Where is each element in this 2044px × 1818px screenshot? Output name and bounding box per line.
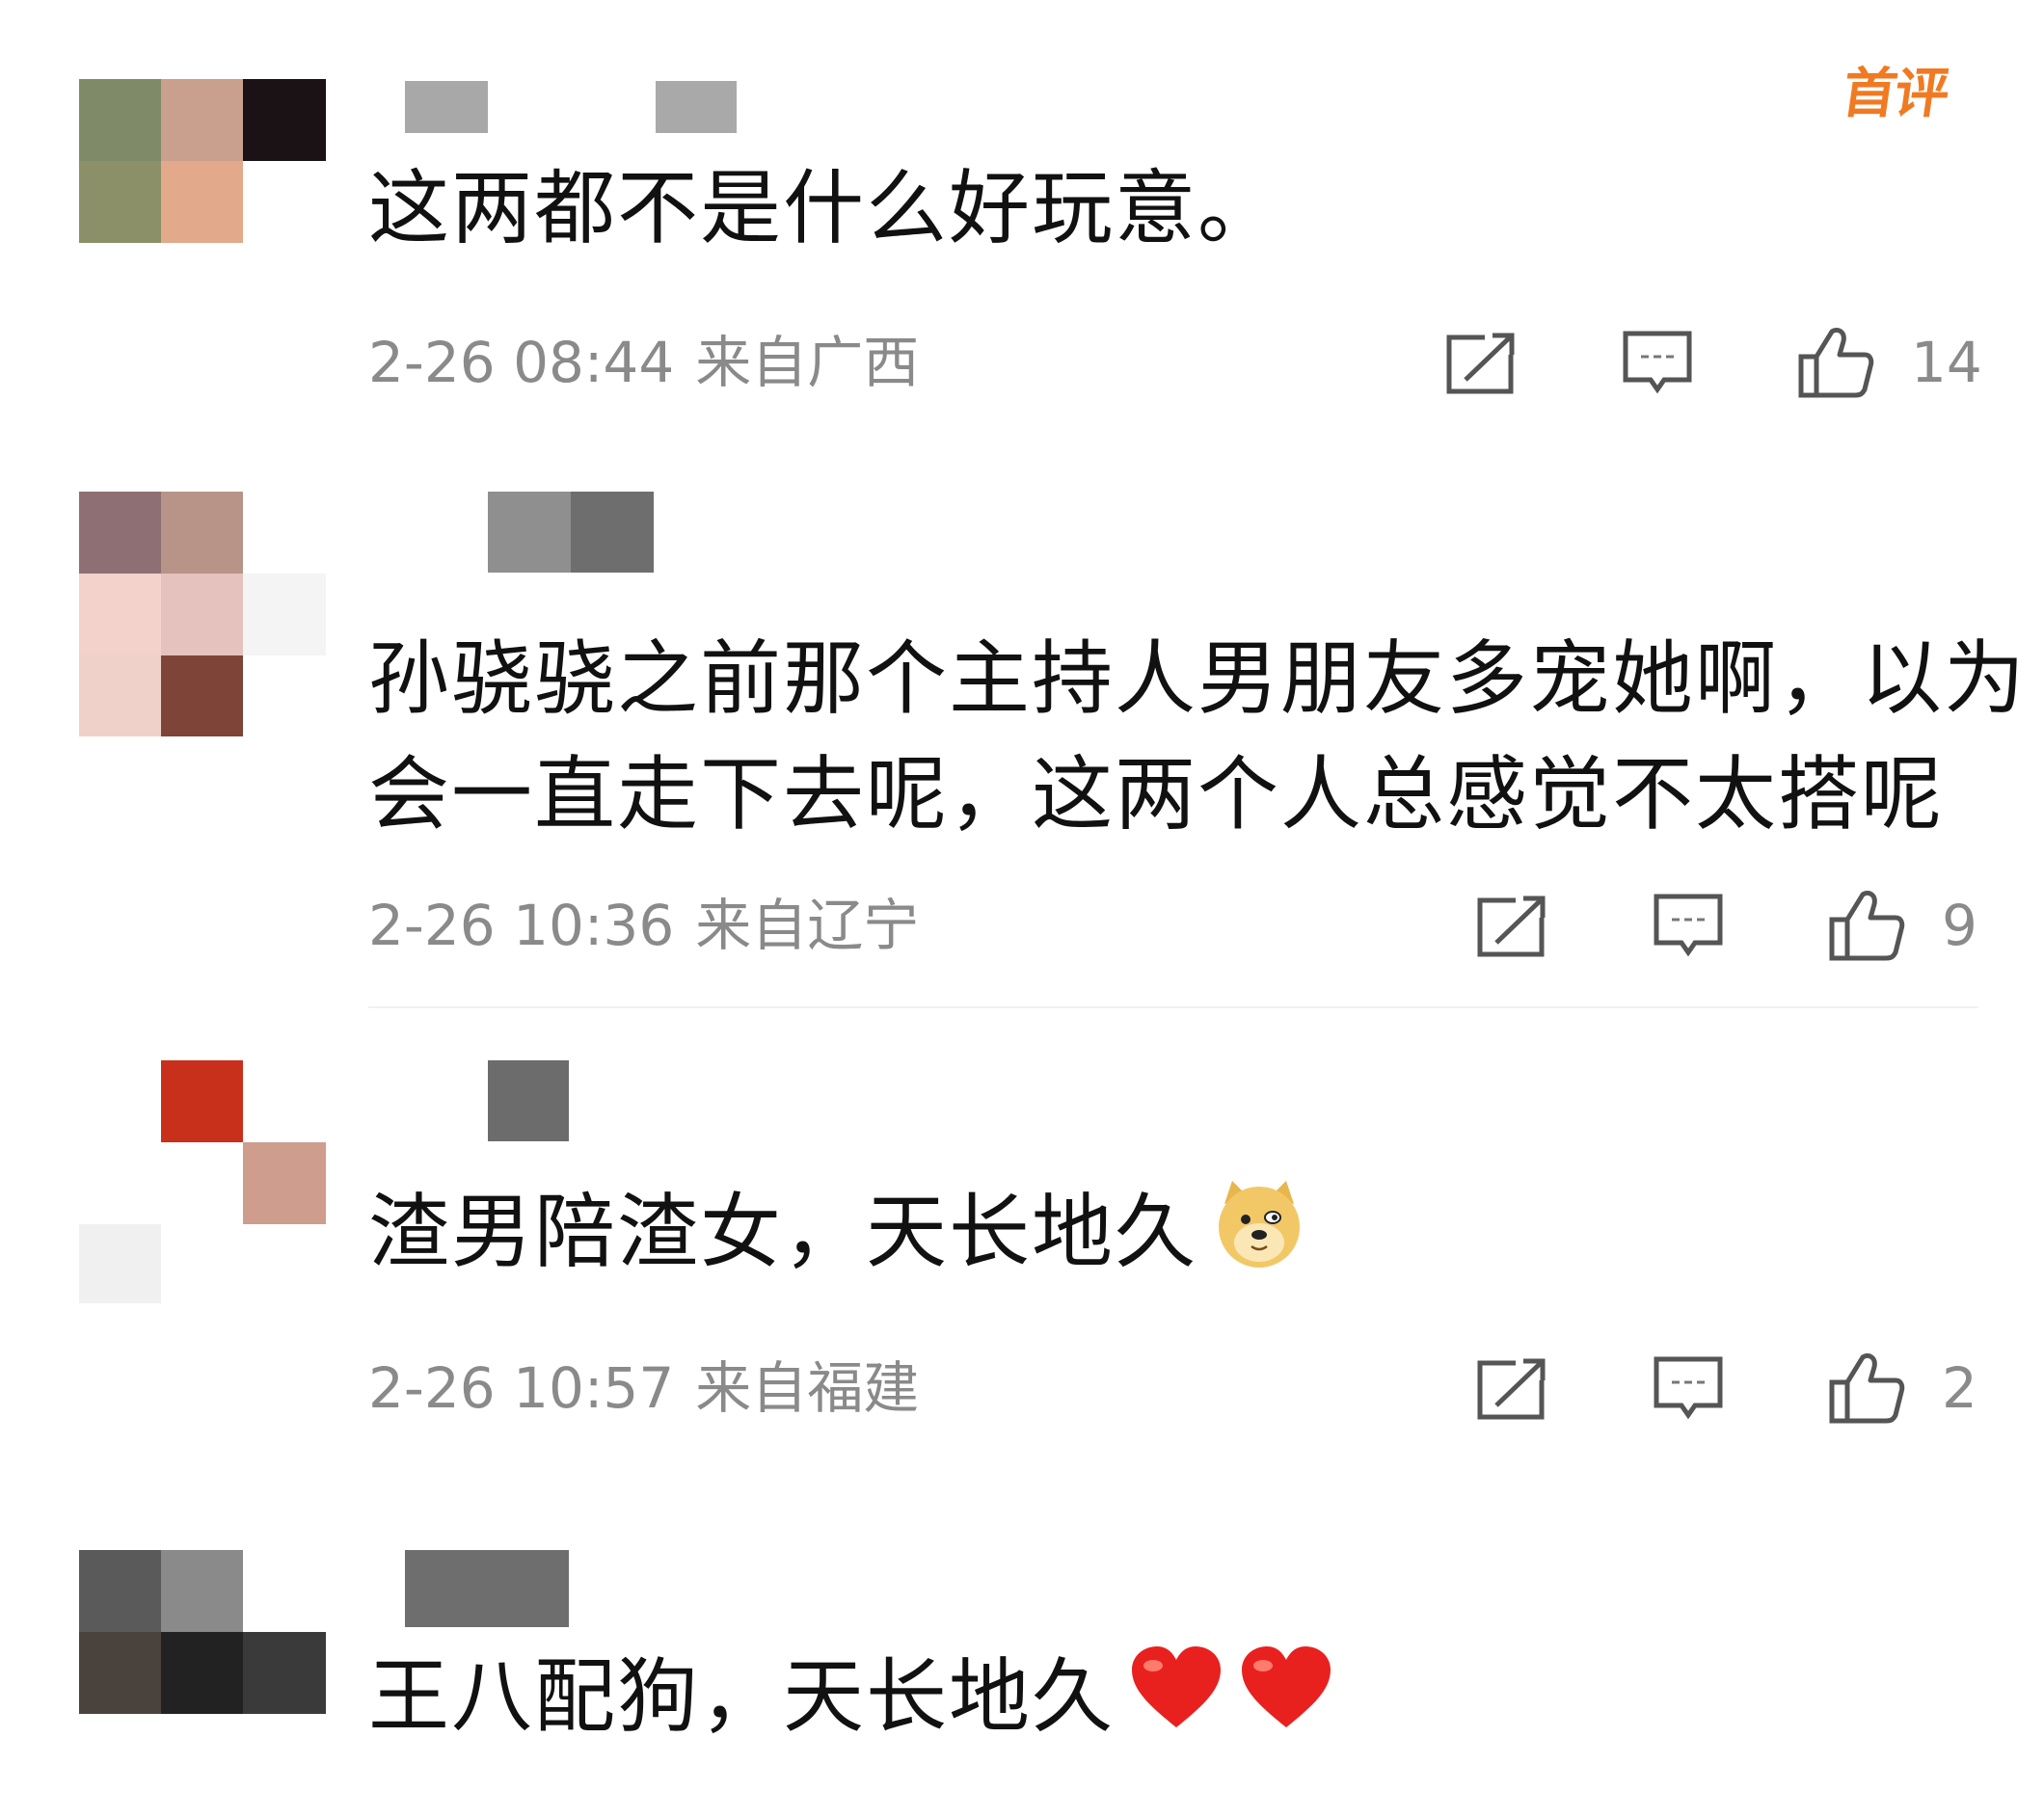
comment-icon xyxy=(1623,331,1692,394)
share-icon xyxy=(1446,332,1516,394)
reply-button[interactable] xyxy=(1653,893,1724,958)
share-button[interactable] xyxy=(1446,330,1518,395)
comment-meta: 2-26 10:36 来自辽宁 9 xyxy=(368,887,1978,964)
comment-text: 王八配狗，天长地久 xyxy=(368,1639,1334,1761)
like-button[interactable] xyxy=(1797,326,1874,399)
like-count: 2 xyxy=(1942,1355,1977,1421)
red-heart-emoji xyxy=(1238,1644,1334,1761)
comment-location: 来自辽宁 xyxy=(695,893,920,958)
avatar-detail xyxy=(79,655,161,736)
thumbs-up-icon xyxy=(1829,890,1905,961)
divider xyxy=(368,1006,1978,1008)
comment-text: 孙骁骁之前那个主持人男朋友多宠她啊，以为 xyxy=(368,631,2028,726)
comment-location: 来自福建 xyxy=(695,1355,920,1421)
like-count: 14 xyxy=(1911,330,1982,395)
comment-time: 2-26 10:57 xyxy=(368,1355,675,1421)
avatar[interactable] xyxy=(79,79,326,243)
doge-emoji xyxy=(1211,1175,1307,1301)
comment-meta: 2-26 08:44 来自广西 14 xyxy=(368,324,1982,401)
comment-time: 2-26 10:36 xyxy=(368,893,675,958)
avatar[interactable] xyxy=(79,1550,326,1714)
comment-text: 会一直走下去呢，这两个人总感觉不太搭呢 xyxy=(368,747,1945,842)
share-icon xyxy=(1477,1357,1546,1420)
red-heart-emoji xyxy=(1128,1644,1224,1761)
avatar-detail xyxy=(161,655,243,736)
share-icon xyxy=(1477,895,1546,957)
comment-text: 这两都不是什么好玩意。 xyxy=(368,161,1281,255)
thumbs-up-icon xyxy=(1798,327,1874,398)
first-comment-badge: 首评 xyxy=(1838,63,1951,125)
avatar-detail xyxy=(79,1224,161,1303)
comment-meta: 2-26 10:57 来自福建 2 xyxy=(368,1350,1978,1427)
share-button[interactable] xyxy=(1477,893,1548,958)
comment-time: 2-26 08:44 xyxy=(368,330,675,395)
like-button[interactable] xyxy=(1828,1351,1905,1425)
share-button[interactable] xyxy=(1477,1355,1548,1421)
like-button[interactable] xyxy=(1828,889,1905,962)
thumbs-up-icon xyxy=(1829,1352,1905,1424)
avatar[interactable] xyxy=(79,1060,326,1224)
like-count: 9 xyxy=(1942,893,1977,958)
comment-location: 来自广西 xyxy=(695,330,920,395)
reply-button[interactable] xyxy=(1653,1355,1724,1421)
comment-text: 渣男陪渣女，天长地久 xyxy=(368,1174,1307,1301)
avatar[interactable] xyxy=(79,492,326,655)
reply-button[interactable] xyxy=(1622,330,1693,395)
comment-icon xyxy=(1654,894,1723,957)
comment-icon xyxy=(1654,1356,1723,1420)
